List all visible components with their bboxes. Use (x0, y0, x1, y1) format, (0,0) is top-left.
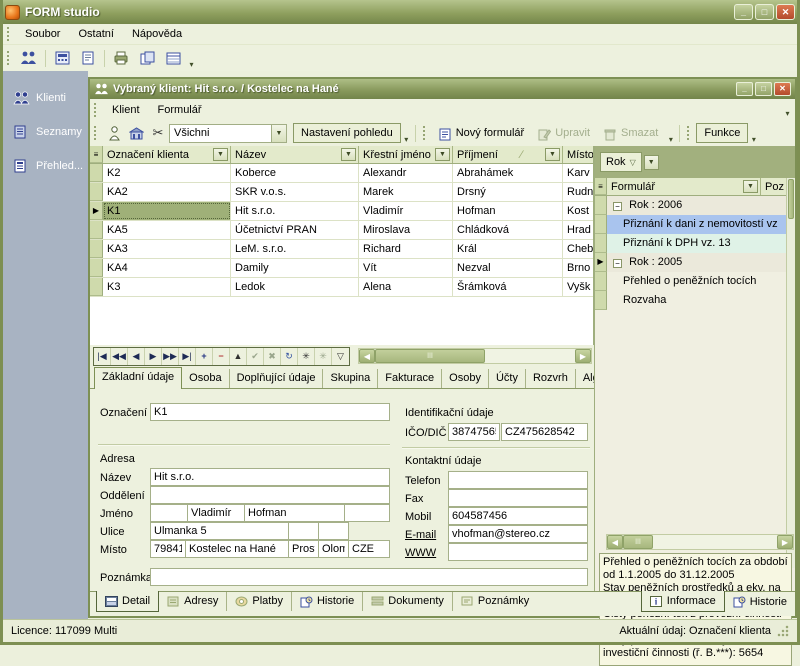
window-border (0, 0, 800, 645)
